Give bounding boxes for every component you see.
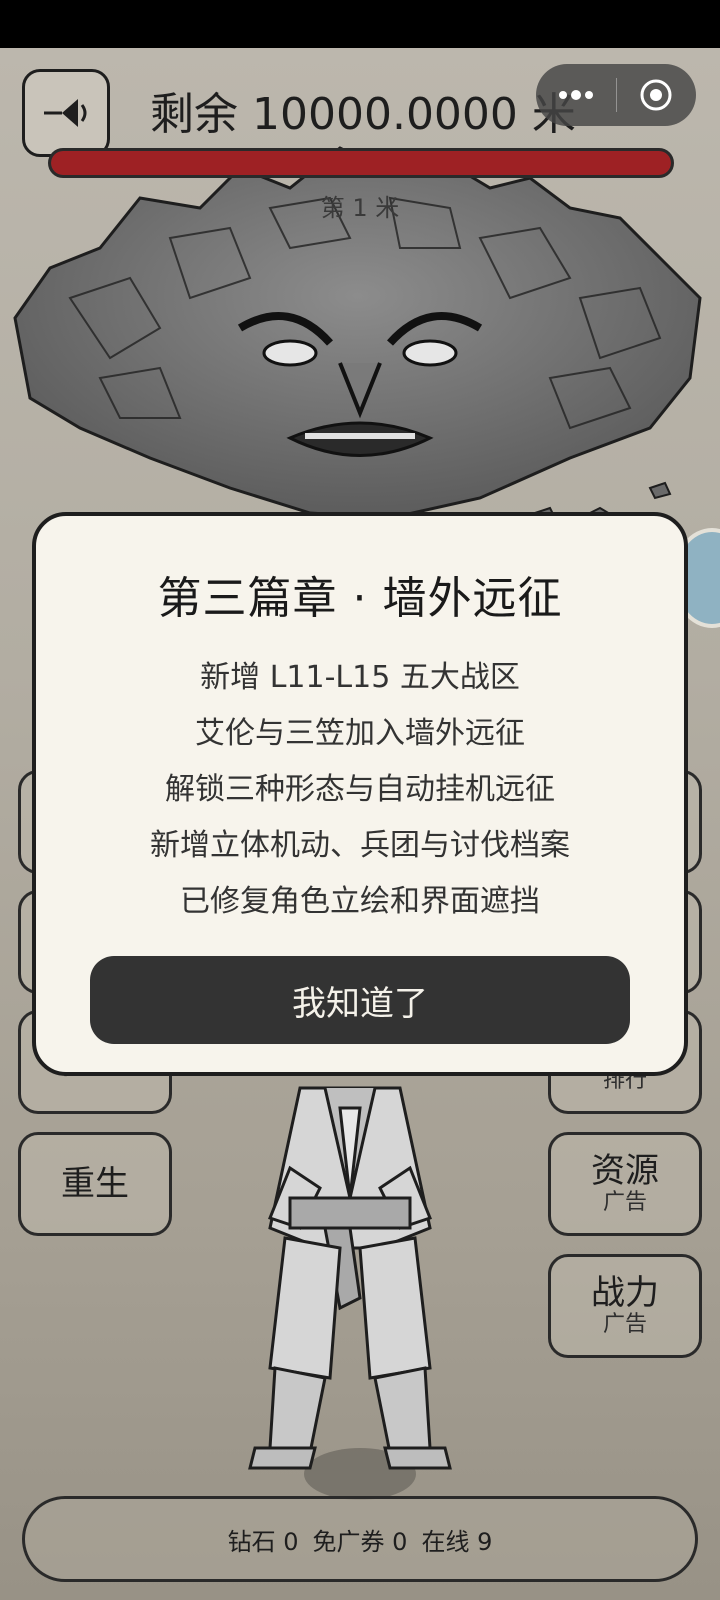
dialog-line: 新增立体机动、兵团与讨伐档案 [150, 828, 570, 863]
dialog-line: 新增 L11-L15 五大战区 [200, 660, 520, 695]
update-notice-dialog: 第三篇章 · 墙外远征 新增 L11-L15 五大战区 艾伦与三笠加入墙外远征 … [32, 512, 688, 1076]
dialog-line: 艾伦与三笠加入墙外远征 [195, 716, 525, 751]
got-it-button[interactable]: 我知道了 [90, 956, 630, 1044]
dialog-lines: 新增 L11-L15 五大战区 艾伦与三笠加入墙外远征 解锁三种形态与自动挂机远… [150, 650, 570, 930]
game-area: 剩余 10000.0000 米 第 1 米 升级 技能 内功 重生 [0, 48, 720, 1600]
dialog-line: 解锁三种形态与自动挂机远征 [165, 772, 555, 807]
dialog-line: 已修复角色立绘和界面遮挡 [180, 884, 540, 919]
status-bar [0, 0, 720, 48]
dialog-title: 第三篇章 · 墙外远征 [157, 573, 563, 624]
